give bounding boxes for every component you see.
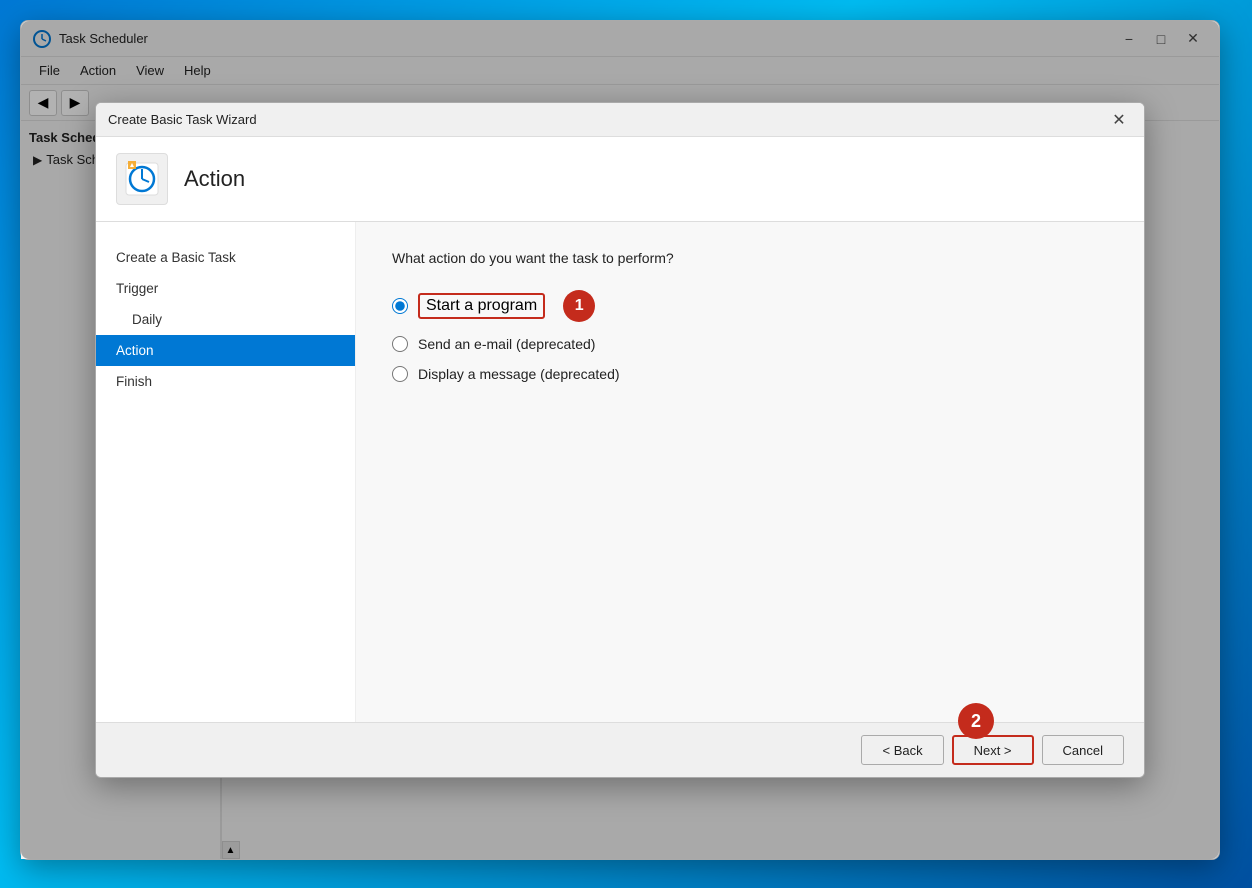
dialog-titlebar: Create Basic Task Wizard ✕ xyxy=(96,121,1144,137)
wizard-step-action[interactable]: Action xyxy=(96,335,355,366)
radio-label-send-email: Send an e-mail (deprecated) xyxy=(418,336,595,352)
dialog-body: Create a Basic Task Trigger Daily Action… xyxy=(96,222,1144,722)
cancel-button[interactable]: Cancel xyxy=(1042,735,1124,765)
dialog-footer: 2 < Back Next > Cancel xyxy=(96,722,1144,777)
main-area: Task Scheduler (Local) ▶ Task Scheduler … xyxy=(21,121,1219,859)
radio-option-send-email[interactable]: Send an e-mail (deprecated) xyxy=(392,336,1108,352)
dialog-header-icon xyxy=(116,153,168,205)
wizard-step-finish[interactable]: Finish xyxy=(96,366,355,397)
radio-option-start-program[interactable]: Start a program 1 xyxy=(392,290,1108,322)
dialog-overlay: Create Basic Task Wizard ✕ xyxy=(21,121,1219,859)
wizard-question: What action do you want the task to perf… xyxy=(392,250,1108,266)
create-basic-task-dialog: Create Basic Task Wizard ✕ xyxy=(95,121,1145,778)
radio-display-message[interactable] xyxy=(392,366,408,382)
wizard-nav: Create a Basic Task Trigger Daily Action… xyxy=(96,222,356,722)
wizard-content: What action do you want the task to perf… xyxy=(356,222,1144,722)
badge-1: 1 xyxy=(563,290,595,322)
dialog-header: Action xyxy=(96,137,1144,222)
dialog-header-title: Action xyxy=(184,166,245,192)
radio-start-program[interactable] xyxy=(392,298,408,314)
wizard-step-trigger[interactable]: Trigger xyxy=(96,273,355,304)
wizard-step-create-basic-task[interactable]: Create a Basic Task xyxy=(96,242,355,273)
radio-label-display-message: Display a message (deprecated) xyxy=(418,366,620,382)
radio-option-display-message[interactable]: Display a message (deprecated) xyxy=(392,366,1108,382)
dialog-close-button[interactable]: ✕ xyxy=(1106,121,1132,131)
radio-label-start-program: Start a program xyxy=(418,293,545,319)
next-button[interactable]: Next > xyxy=(952,735,1034,765)
back-button[interactable]: < Back xyxy=(861,735,943,765)
badge-2: 2 xyxy=(958,703,994,739)
task-scheduler-window: Task Scheduler − □ ✕ File Action View He… xyxy=(20,20,1220,860)
radio-send-email[interactable] xyxy=(392,336,408,352)
dialog-title: Create Basic Task Wizard xyxy=(108,121,1106,127)
wizard-step-daily[interactable]: Daily xyxy=(96,304,355,335)
